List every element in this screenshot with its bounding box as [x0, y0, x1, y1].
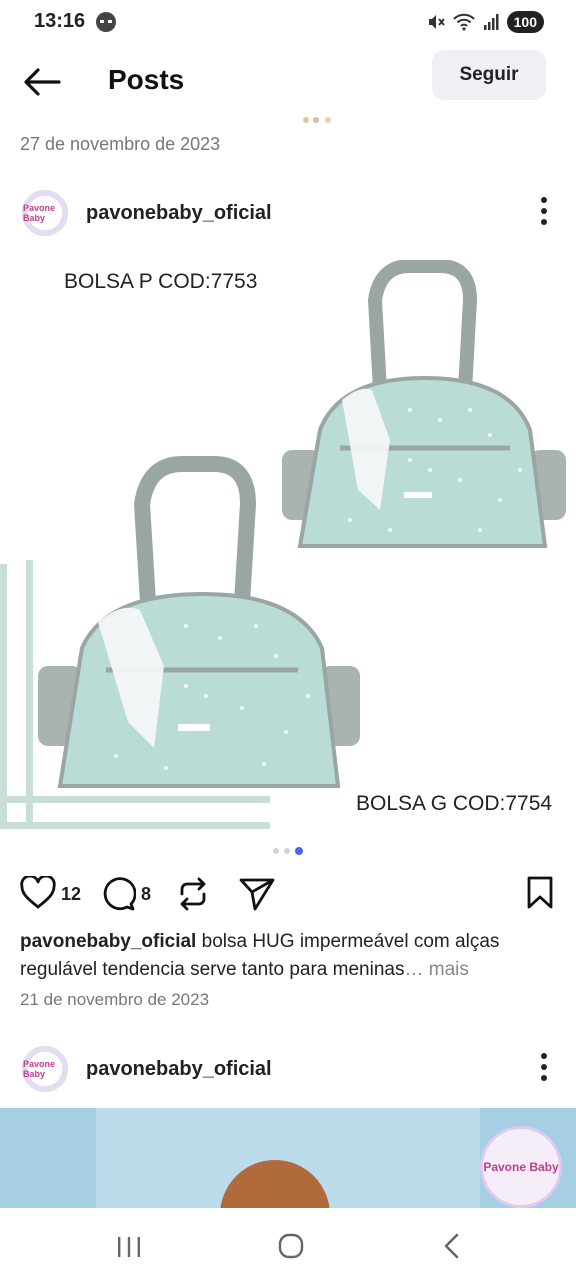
carousel-indicator [0, 846, 576, 856]
page-title: Posts [108, 64, 185, 95]
signal-icon [483, 14, 499, 30]
chevron-left-icon[interactable] [440, 1232, 462, 1260]
bag-large-image [38, 456, 360, 788]
carousel-dot-active [295, 847, 303, 855]
post-date: 21 de novembro de 2023 [20, 990, 210, 1009]
app-bar: Posts Seguir [0, 44, 576, 120]
repost-icon[interactable] [176, 876, 210, 912]
recents-icon[interactable] [116, 1236, 142, 1258]
status-icons: 100 [427, 10, 544, 34]
post-username[interactable]: pavonebaby_oficial [86, 202, 272, 225]
avatar[interactable]: Pavone Baby [22, 1046, 68, 1092]
like-count[interactable]: 12 [61, 884, 81, 905]
watermark-text: Pavone Baby [483, 1160, 559, 1174]
post-caption: pavonebaby_oficial bolsa HUG impermeável… [20, 928, 550, 984]
vertical-dots-icon[interactable] [536, 194, 552, 228]
follow-button[interactable]: Seguir [432, 50, 546, 100]
next-post-header: Pavone Baby pavonebaby_oficial [0, 1038, 576, 1098]
post-image[interactable]: BOLSA P COD:7753 BOLSA G COD:7754 [0, 242, 576, 838]
carousel-dot [284, 848, 290, 854]
system-navigation-bar [0, 1208, 576, 1280]
bookmark-icon[interactable] [526, 876, 554, 910]
avatar[interactable]: Pavone Baby [22, 190, 68, 236]
vertical-dots-icon[interactable] [536, 1050, 552, 1084]
watermark-logo: Pavone Baby [480, 1126, 562, 1208]
caption-username[interactable]: pavonebaby_oficial [20, 931, 196, 952]
wifi-icon [452, 13, 475, 31]
speech-bubble-icon[interactable] [100, 876, 136, 912]
post-header: Pavone Baby pavonebaby_oficial [0, 182, 576, 242]
chat-notification-icon [96, 12, 116, 32]
next-post-image[interactable]: Pavone Baby [0, 1108, 576, 1208]
avatar-logo-text: Pavone Baby [23, 203, 56, 223]
paper-plane-icon[interactable] [238, 876, 276, 912]
arrow-left-icon[interactable] [22, 66, 62, 98]
previous-post-date: 27 de novembro de 2023 [20, 134, 221, 154]
post-username[interactable]: pavonebaby_oficial [86, 1058, 272, 1081]
avatar-logo-text: Pavone Baby [23, 1059, 56, 1079]
status-bar: 13:16 100 [0, 0, 576, 44]
battery-indicator: 100 [506, 11, 544, 33]
comment-count[interactable]: 8 [141, 884, 151, 905]
status-time: 13:16 [34, 10, 86, 32]
product-label-large: BOLSA G COD:7754 [356, 792, 553, 815]
previous-post-remnant [303, 117, 331, 123]
caption-more-link[interactable]: … mais [404, 959, 468, 980]
home-icon[interactable] [277, 1232, 305, 1260]
carousel-dot [273, 848, 279, 854]
post-action-bar: 12 8 [0, 870, 576, 916]
mute-icon [428, 15, 445, 29]
heart-icon[interactable] [20, 876, 56, 910]
product-label-small: BOLSA P COD:7753 [64, 270, 258, 293]
